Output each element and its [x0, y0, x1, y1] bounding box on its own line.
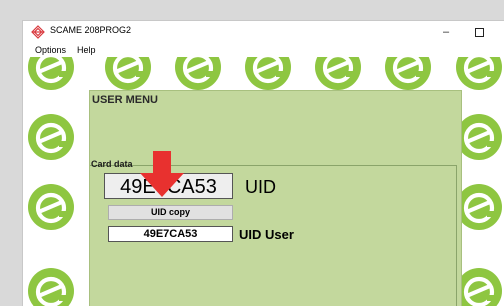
scame-logo-icon — [31, 25, 45, 39]
e-logo-icon — [245, 57, 291, 90]
uid-copy-button[interactable]: UID copy — [108, 205, 233, 220]
down-arrow-icon — [140, 151, 184, 197]
title-bar: SCAME 208PROG2 – — [23, 21, 504, 43]
e-logo-icon — [175, 57, 221, 90]
uid-label: UID — [245, 177, 276, 197]
e-logo-icon — [315, 57, 361, 90]
e-logo-icon — [105, 57, 151, 90]
e-logo-icon — [456, 184, 502, 230]
app-window: SCAME 208PROG2 – Options Help USER MENU … — [23, 21, 504, 306]
e-logo-icon — [28, 268, 74, 306]
e-logo-icon — [456, 57, 502, 90]
menu-options[interactable]: Options — [35, 45, 66, 55]
user-menu-panel: USER MENU Card data 49E7CA53 UID UID cop… — [89, 90, 462, 306]
minimize-button[interactable]: – — [431, 21, 461, 43]
e-logo-icon — [456, 114, 502, 160]
e-logo-icon — [28, 57, 74, 90]
e-logo-icon — [385, 57, 431, 90]
maximize-icon — [474, 27, 484, 37]
main-content: USER MENU Card data 49E7CA53 UID UID cop… — [23, 57, 504, 306]
e-logo-icon — [28, 184, 74, 230]
menu-help[interactable]: Help — [77, 45, 96, 55]
maximize-button[interactable] — [464, 21, 494, 43]
e-logo-icon — [28, 114, 74, 160]
uid-user-label: UID User — [239, 227, 294, 242]
window-title: SCAME 208PROG2 — [50, 25, 132, 35]
e-logo-icon — [456, 268, 502, 306]
panel-title: USER MENU — [92, 94, 159, 106]
card-data-label: Card data — [91, 159, 133, 169]
menu-bar: Options Help — [23, 43, 504, 57]
uid-user-field[interactable]: 49E7CA53 — [108, 226, 233, 242]
